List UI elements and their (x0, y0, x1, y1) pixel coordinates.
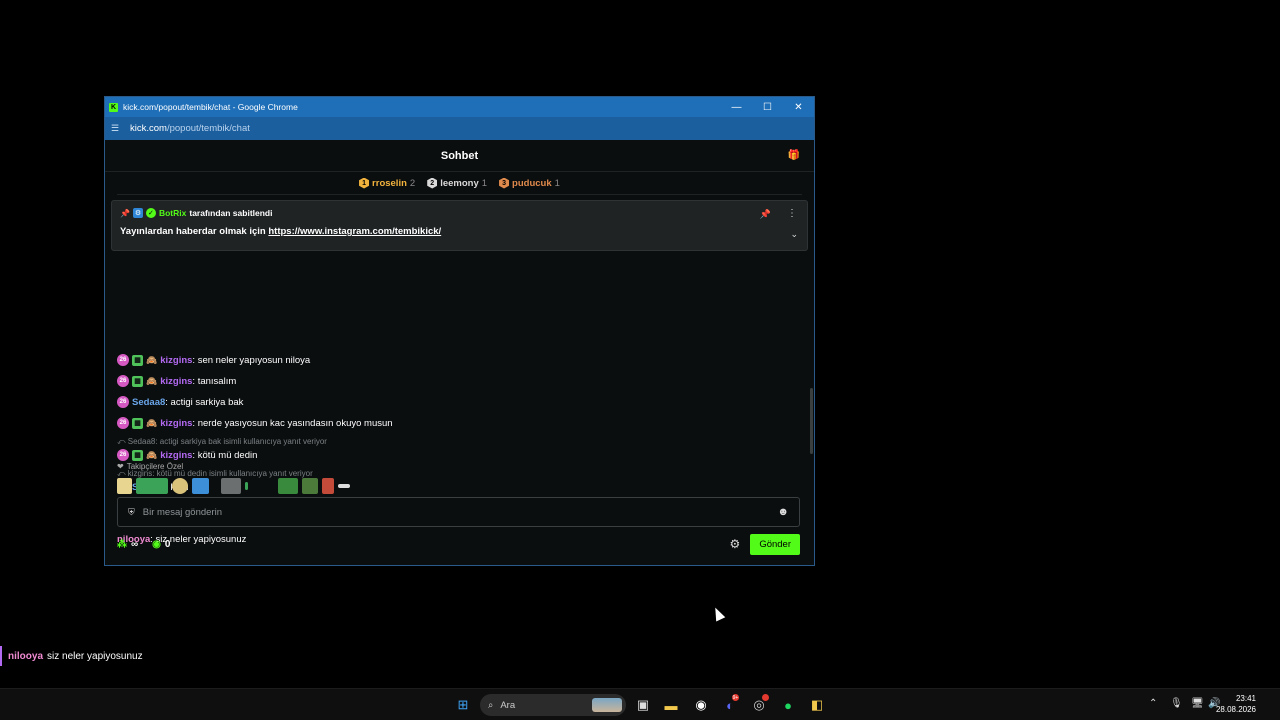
chat-message[interactable]: 26 ▦ 🙈 kizgins: kötü mü dedin (117, 449, 257, 461)
taskbar-search[interactable]: ⌕ Ara (480, 694, 626, 716)
chat-message[interactable]: 26 ▦ 🙈 kizgins: sen neler yapıyosun niloya (117, 354, 310, 366)
emote-section-label: ❤ Takipçilere Özel (117, 462, 807, 471)
gift-badge-icon: ▦ (132, 417, 143, 429)
chat-username[interactable]: kizgins (160, 355, 192, 366)
subscriber-badge-icon: 26 (117, 449, 129, 461)
file-explorer-icon[interactable]: ▬ (662, 696, 680, 714)
chat-message-text: : kötü mü dedin (192, 449, 258, 461)
points-stat[interactable]: ◉ 0 (152, 539, 170, 550)
spotify-icon[interactable]: ● (779, 696, 797, 714)
message-input-placeholder: Bir mesaj gönderin (142, 506, 222, 518)
clock-time: 23:41 (1235, 694, 1256, 703)
chevron-up-icon[interactable]: ⌃ (1149, 698, 1157, 709)
chat-message[interactable]: 26 Sedaa8: actigi sarkiya bak (117, 396, 243, 408)
chat-message-text: : tanısalım (192, 375, 237, 387)
search-label: Ara (500, 699, 516, 711)
chat-footer: ⁂ ∞ ◉ 0 ⚙ Gönder (117, 533, 800, 555)
search-icon: ⌕ (488, 699, 494, 711)
emote[interactable] (338, 483, 350, 488)
gift-badge-icon: ▦ (132, 449, 143, 461)
gift-badge-icon: ▦ (132, 375, 143, 387)
subscriber-badge-icon: 26 (117, 375, 129, 387)
network-icon[interactable]: 🖥 (1191, 698, 1204, 709)
gift-badge-icon: ▦ (132, 354, 143, 366)
kick-app-icon[interactable]: ◧ (808, 696, 826, 714)
emote[interactable] (192, 477, 209, 494)
subscriber-badge-icon: 26 (117, 417, 129, 429)
notification-dot-icon (762, 694, 769, 701)
emote[interactable] (278, 477, 298, 494)
stream-overlay-message: nilooya siz neler yapiyosunuz (0, 646, 143, 666)
chat-message-text: : actigi sarkiya bak (165, 396, 244, 408)
message-input[interactable]: ⛨ Bir mesaj gönderin ☻ (117, 497, 800, 527)
emote-label-text: Takipçilere Özel (126, 462, 184, 471)
chat-message[interactable]: 26 ▦ 🙈 kizgins: nerde yasıyosun kac yasında… (117, 417, 393, 429)
emote-bar: ❤ Takipçilere Özel (117, 462, 807, 494)
users-icon: ⁂ (117, 538, 127, 550)
emote[interactable] (322, 477, 334, 494)
emote-badge-icon: 🙈 (146, 375, 158, 386)
emote-badge-icon: 🙈 (146, 417, 158, 428)
search-highlight-image (592, 698, 622, 712)
chat-username[interactable]: Sedaa8 (132, 397, 165, 408)
desktop: K kick.com/popout/tembik/chat - Google C… (0, 0, 1280, 720)
emote[interactable] (245, 481, 248, 490)
discord-badge: 9+ (732, 694, 739, 701)
mouse-cursor-icon (710, 605, 726, 622)
emote[interactable] (221, 477, 241, 494)
emote-row (117, 477, 807, 494)
scrollbar-thumb[interactable] (810, 388, 813, 454)
taskbar: ⊞ ⌕ Ara ▣ ▬ ◉ ◐ 9+ ◎ ● ◧ ⌃ 🎙 🖥 🔊 23:41 2… (0, 688, 1280, 720)
viewer-count: ∞ (131, 538, 139, 550)
system-clock[interactable]: 23:41 28.08.2026 (1216, 693, 1256, 715)
emote-badge-icon: 🙈 (146, 354, 158, 365)
chat-message-text: : sen neler yapıyosun niloya (192, 354, 311, 366)
settings-gear-icon[interactable]: ⚙ (730, 537, 741, 551)
emote[interactable] (172, 477, 188, 494)
shield-icon: ⛨ (128, 506, 135, 517)
overlay-text: siz neler yapiyosunuz (47, 650, 143, 662)
emote-badge-icon: 🙈 (146, 449, 158, 460)
heart-icon: ❤ (117, 462, 124, 471)
emote[interactable] (302, 477, 318, 494)
start-icon[interactable]: ⊞ (454, 696, 472, 714)
chat-username[interactable]: kizgins (160, 376, 192, 387)
send-button[interactable]: Gönder (750, 533, 800, 555)
overlay-user: nilooya (8, 650, 44, 662)
emote[interactable] (117, 477, 132, 494)
emoji-picker-icon[interactable]: ☻ (777, 506, 789, 518)
subscriber-badge-icon: 26 (117, 396, 129, 408)
points-count: 0 (164, 538, 171, 550)
reply-context[interactable]: ⤺ Sedaa8: actigi sarkiya bak isimli kull… (117, 437, 327, 447)
chrome-icon[interactable]: ◉ (692, 696, 710, 714)
chat-username[interactable]: kizgins (160, 450, 192, 461)
chat-body: 26 ▦ 🙈 kizgins: sen neler yapıyosun niloya 2… (104, 96, 815, 566)
emote[interactable] (252, 478, 274, 494)
subscriber-badge-icon: 26 (117, 354, 129, 366)
emote[interactable] (213, 478, 217, 494)
chat-username[interactable]: kizgins (160, 418, 192, 429)
chat-message-text: : nerde yasıyosun kac yasındasın okuyo m… (192, 417, 393, 429)
clock-date: 28.08.2026 (1215, 705, 1256, 714)
points-icon: ◉ (152, 538, 161, 550)
viewer-stat[interactable]: ⁂ ∞ (117, 539, 138, 550)
microphone-icon[interactable]: 🎙 (1170, 698, 1183, 709)
chat-message[interactable]: 26 ▦ 🙈 kizgins: tanısalım (117, 375, 236, 387)
task-view-icon[interactable]: ▣ (634, 696, 652, 714)
emote[interactable] (136, 477, 168, 494)
